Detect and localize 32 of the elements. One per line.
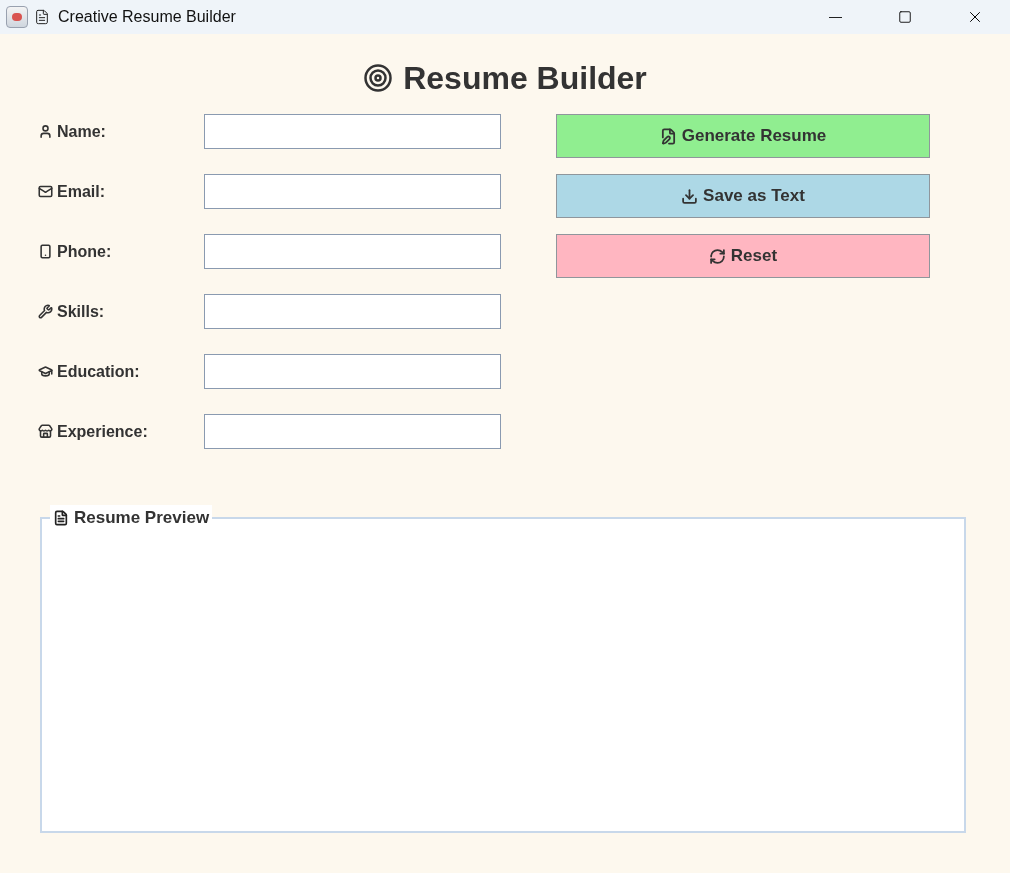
download-icon — [681, 187, 699, 205]
field-label: Education: — [57, 361, 140, 382]
pencil-file-icon — [659, 127, 677, 145]
text-field[interactable] — [204, 174, 501, 209]
action-button[interactable]: Save as Text — [556, 174, 930, 218]
text-field[interactable] — [204, 234, 501, 269]
minimize-icon — [828, 16, 842, 18]
target-icon — [363, 63, 394, 93]
field-label: Email: — [57, 181, 105, 202]
refresh-icon — [708, 247, 726, 265]
action-button[interactable]: Generate Resume — [556, 114, 930, 158]
field-label: Phone: — [57, 241, 112, 262]
text-field[interactable] — [204, 294, 501, 329]
window-title: Creative Resume Builder — [58, 7, 236, 27]
phone-icon — [38, 244, 53, 259]
document-icon — [34, 8, 50, 26]
field-label: Skills: — [57, 301, 105, 322]
field-label: Name: — [57, 121, 106, 142]
text-field[interactable] — [204, 114, 501, 149]
app-icon — [6, 6, 28, 28]
action-button[interactable]: Reset — [556, 234, 930, 278]
field-label: Experience: — [57, 421, 148, 442]
text-field[interactable] — [204, 354, 501, 389]
envelope-icon — [38, 184, 53, 199]
person-icon — [38, 124, 53, 139]
app-heading: Resume Builder — [403, 59, 647, 98]
graduation-cap-icon — [38, 364, 53, 379]
text-field[interactable] — [204, 414, 501, 449]
panel-title: Resume Preview — [74, 507, 210, 529]
document-icon — [53, 509, 69, 526]
tools-icon — [38, 304, 53, 319]
maximize-icon — [898, 10, 912, 24]
